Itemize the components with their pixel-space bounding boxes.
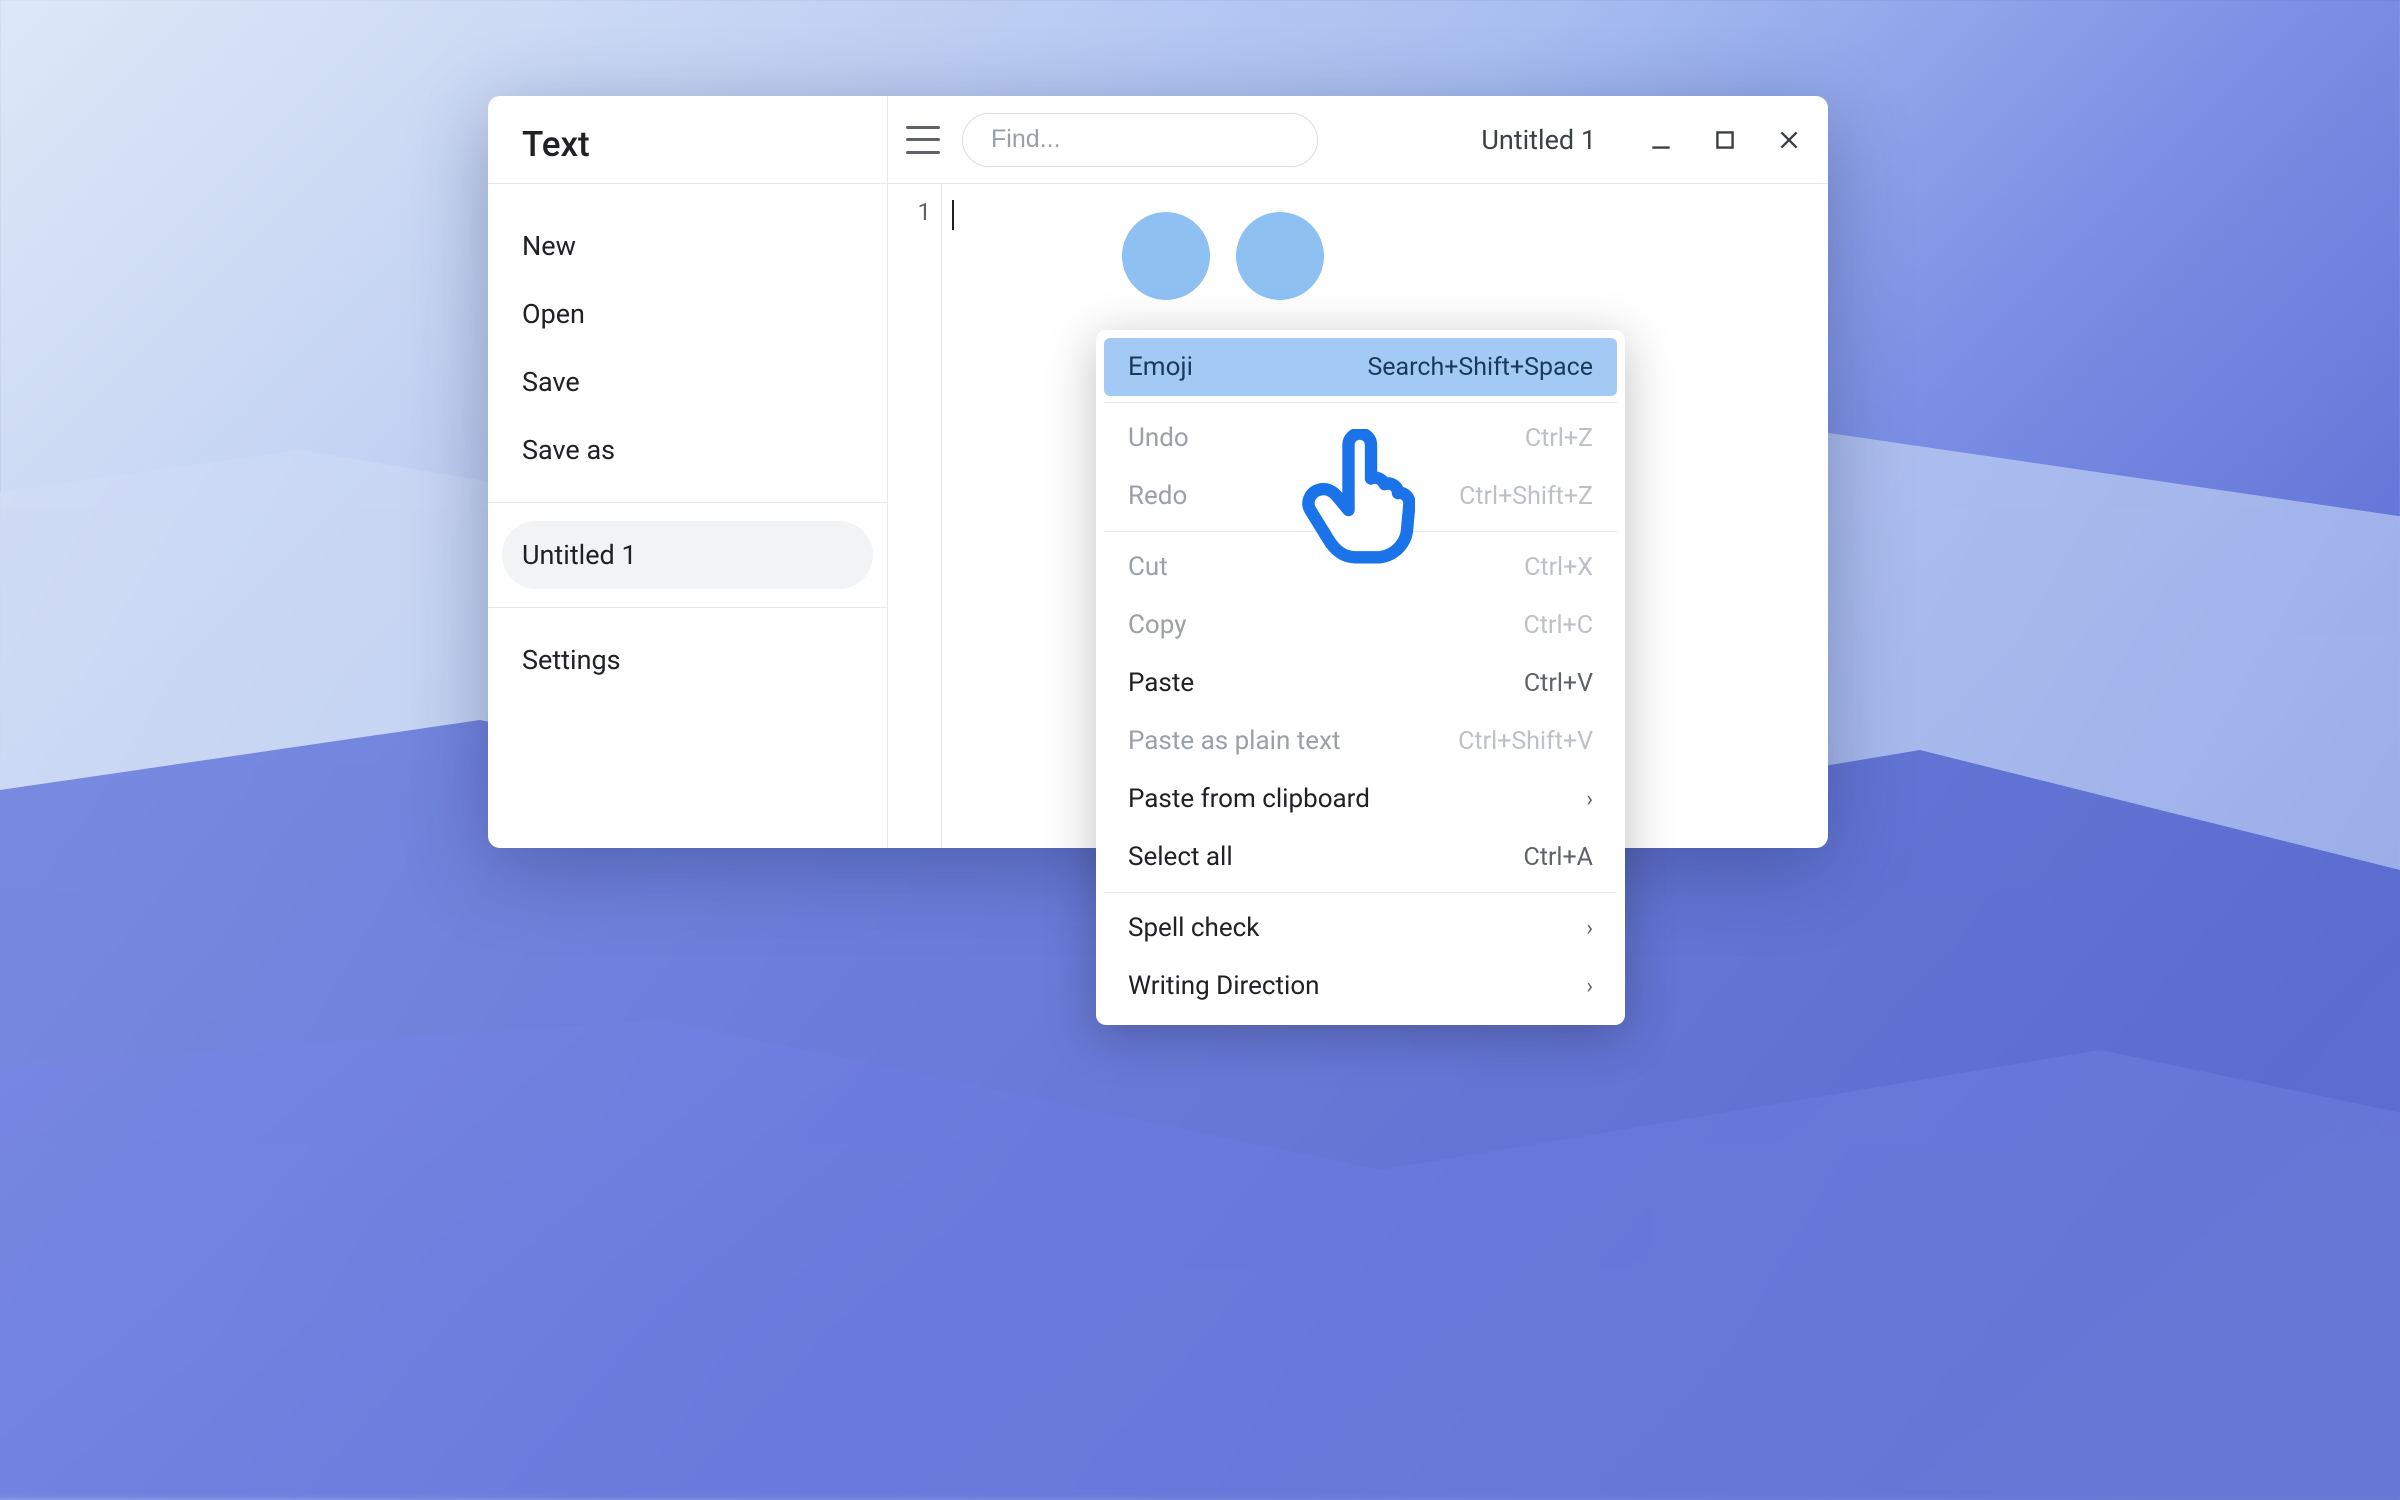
maximize-button[interactable] [1704,119,1746,161]
context-menu-item-label: Copy [1128,610,1187,640]
context-menu-shortcut: Ctrl+Z [1525,424,1593,453]
line-number: 1 [918,198,932,226]
context-menu-item-paste-as-plain-text: Paste as plain text Ctrl+Shift+V [1104,712,1617,770]
context-menu-item-label: Cut [1128,552,1168,582]
close-button[interactable] [1768,119,1810,161]
chevron-right-icon: › [1586,916,1593,941]
context-menu-item-label: Redo [1128,481,1187,511]
touch-indicator [1122,212,1210,300]
context-menu-shortcut: Ctrl+Shift+Z [1459,482,1593,511]
context-menu-shortcut: Search+Shift+Space [1367,353,1593,382]
context-menu-item-label: Paste from clipboard [1128,784,1370,814]
toolbar: Untitled 1 [888,96,1828,184]
app-title: Text [488,100,887,184]
touch-indicator [1236,212,1324,300]
maximize-icon [1712,127,1738,153]
context-menu-item-label: Select all [1128,842,1233,872]
context-menu-shortcut: Ctrl+Shift+V [1458,727,1593,756]
sidebar-item-settings[interactable]: Settings [488,626,887,694]
context-menu-item-writing-direction[interactable]: Writing Direction › [1104,957,1617,1015]
divider [488,607,887,608]
search-input[interactable] [991,125,1289,154]
sidebar-menu: New Open Save Save as Untitled 1 Setting… [488,184,887,694]
divider [488,502,887,503]
sidebar-item-save[interactable]: Save [488,348,887,416]
context-menu-shortcut: Ctrl+X [1524,553,1593,582]
context-menu-item-select-all[interactable]: Select all Ctrl+A [1104,828,1617,886]
context-menu-item-emoji[interactable]: Emoji Search+Shift+Space [1104,338,1617,396]
context-menu-item-label: Emoji [1128,352,1193,382]
sidebar: Text New Open Save Save as Untitled 1 Se… [488,96,888,848]
divider [1104,402,1617,403]
divider [1104,892,1617,893]
context-menu-shortcut: Ctrl+A [1524,843,1594,872]
close-icon [1776,127,1802,153]
sidebar-item-document[interactable]: Untitled 1 [502,521,873,589]
hamburger-icon[interactable] [906,126,940,154]
sidebar-item-new[interactable]: New [488,212,887,280]
text-cursor [952,200,954,230]
context-menu-shortcut: Ctrl+V [1524,669,1593,698]
context-menu-item-paste[interactable]: Paste Ctrl+V [1104,654,1617,712]
context-menu-item-label: Undo [1128,423,1189,453]
minimize-button[interactable] [1640,119,1682,161]
minimize-icon [1648,127,1674,153]
context-menu-shortcut: Ctrl+C [1524,611,1593,640]
pointing-hand-icon [1300,429,1415,568]
context-menu-item-paste-from-clipboard[interactable]: Paste from clipboard › [1104,770,1617,828]
context-menu-item-label: Paste [1128,668,1194,698]
document-name: Untitled 1 [1481,124,1596,156]
context-menu-item-copy: Copy Ctrl+C [1104,596,1617,654]
sidebar-item-save-as[interactable]: Save as [488,416,887,484]
context-menu-item-spell-check[interactable]: Spell check › [1104,899,1617,957]
context-menu-item-label: Writing Direction [1128,971,1320,1001]
line-gutter: 1 [888,184,942,848]
sidebar-item-open[interactable]: Open [488,280,887,348]
chevron-right-icon: › [1586,787,1593,812]
search-field[interactable] [962,113,1318,167]
chevron-right-icon: › [1586,974,1593,999]
context-menu-item-label: Spell check [1128,913,1259,943]
context-menu-item-label: Paste as plain text [1128,726,1340,756]
